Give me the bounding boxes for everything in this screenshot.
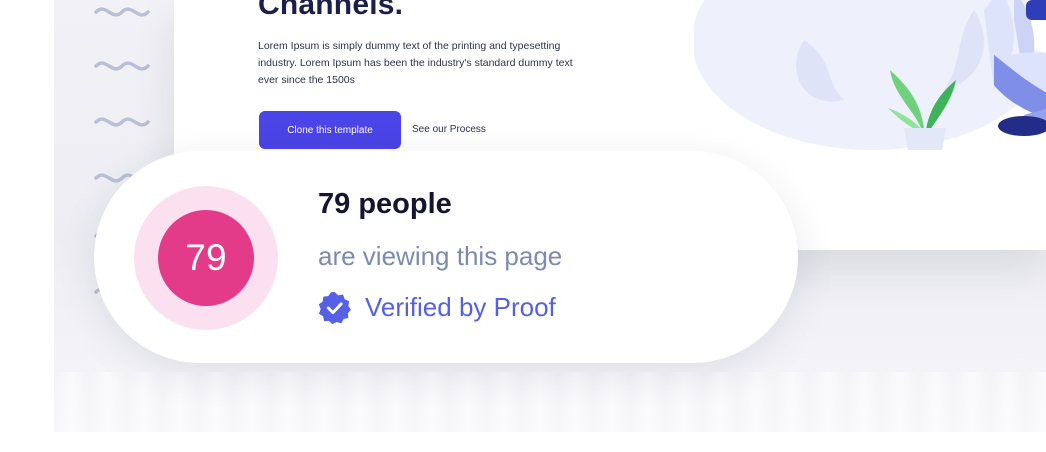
viewer-count-title: 79 people: [318, 188, 452, 220]
verified-check-icon: [318, 292, 351, 324]
verified-label[interactable]: Verified by Proof: [365, 292, 556, 323]
social-proof-notification[interactable]: 79 79 people are viewing this page Verif…: [94, 151, 798, 363]
see-process-link[interactable]: See our Process: [412, 124, 486, 135]
verified-by-proof[interactable]: Verified by Proof: [318, 291, 556, 324]
clone-template-button[interactable]: Clone this template: [259, 111, 401, 149]
count-badge-ring: 79: [134, 186, 278, 330]
background-blur: [54, 372, 1046, 432]
viewer-count-badge: 79: [158, 210, 254, 306]
hero-title: Channels.: [258, 0, 404, 21]
meditation-illustration: [694, 0, 1046, 150]
viewer-count-subtitle: are viewing this page: [318, 241, 563, 271]
hero-description: Lorem Ipsum is simply dummy text of the …: [258, 40, 573, 86]
